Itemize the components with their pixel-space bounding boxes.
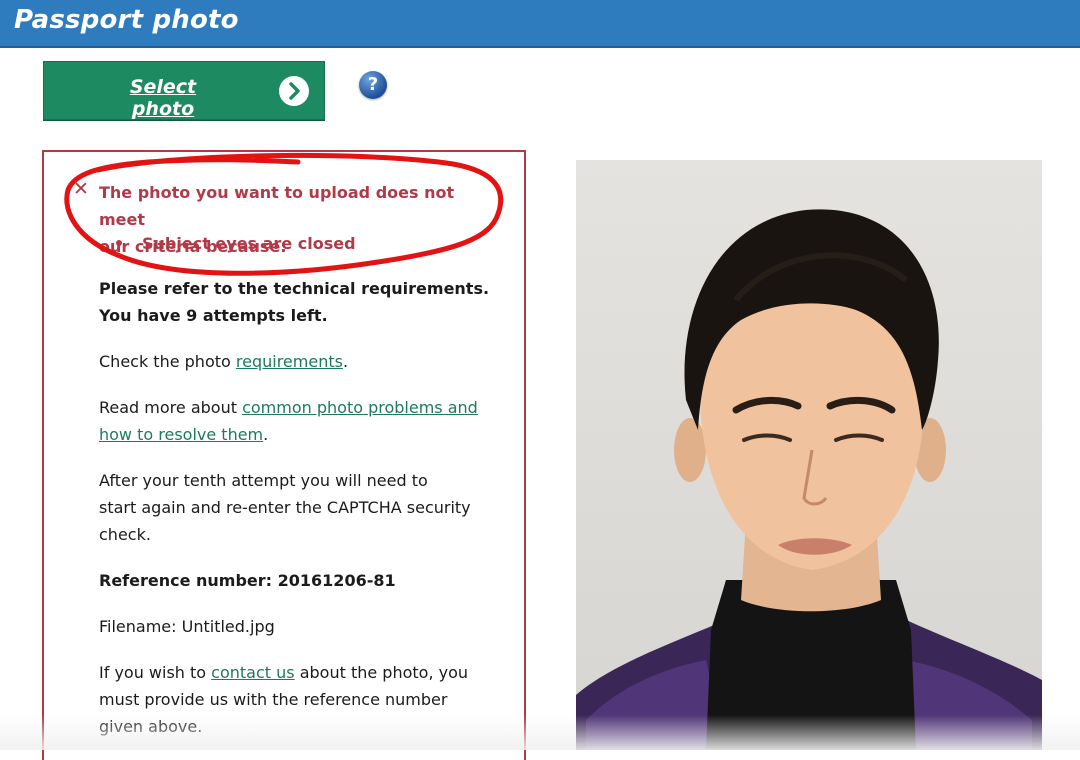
readmore-prefix: Read more about [99,398,243,417]
check-prefix: Check the photo [99,352,236,371]
read-more: Read more about common photo problems an… [99,394,499,448]
page-title: Passport photo [14,5,239,35]
photo-problems-link-cont[interactable]: how to resolve them [99,425,263,444]
contact-prefix: If you wish to [99,663,212,682]
readmore-suffix: . [263,425,269,444]
requirements-line1: Please refer to the technical requiremen… [99,279,490,298]
error-message-line1: The photo you want to upload does not me… [99,183,455,229]
page-header: Passport photo [0,0,1080,48]
contact-note: If you wish to contact us about the phot… [99,659,499,740]
requirements-note: Please refer to the technical requiremen… [99,275,499,329]
contact-us-link[interactable]: contact us [211,663,294,682]
error-reason-text: Subject eyes are closed [142,234,356,253]
filename: Filename: Untitled.jpg [99,617,275,636]
contact-suffix: about the photo, you [294,663,469,682]
after-line1: After your tenth attempt you will need t… [99,471,428,490]
bullet-icon [116,240,122,246]
contact-line2: must provide us with the reference numbe… [99,690,448,709]
check-suffix: . [342,352,349,371]
photo-problems-link[interactable]: common photo problems and [242,398,478,417]
error-reason: Subject eyes are closed [116,234,356,253]
help-icon[interactable]: ? [359,71,387,99]
check-requirements: Check the photo requirements. [99,348,499,375]
close-x-icon[interactable]: ✕ [73,178,89,200]
after-line3: check. [99,525,151,544]
portrait-image [576,209,1042,750]
requirements-link[interactable]: requirements [236,352,343,371]
select-photo-button[interactable]: Select photo [43,61,325,120]
after-line2: start again and re-enter the CAPTCHA sec… [99,498,471,517]
after-attempt-note: After your tenth attempt you will need t… [99,467,499,548]
contact-line3: given above. [99,717,203,736]
chevron-right-icon [279,76,309,106]
select-photo-label: Select photo [129,76,197,120]
uploaded-photo-preview [576,160,1042,750]
attempts-left: You have 9 attempts left. [99,306,328,325]
reference-number: Reference number: 20161206-81 [99,571,396,590]
